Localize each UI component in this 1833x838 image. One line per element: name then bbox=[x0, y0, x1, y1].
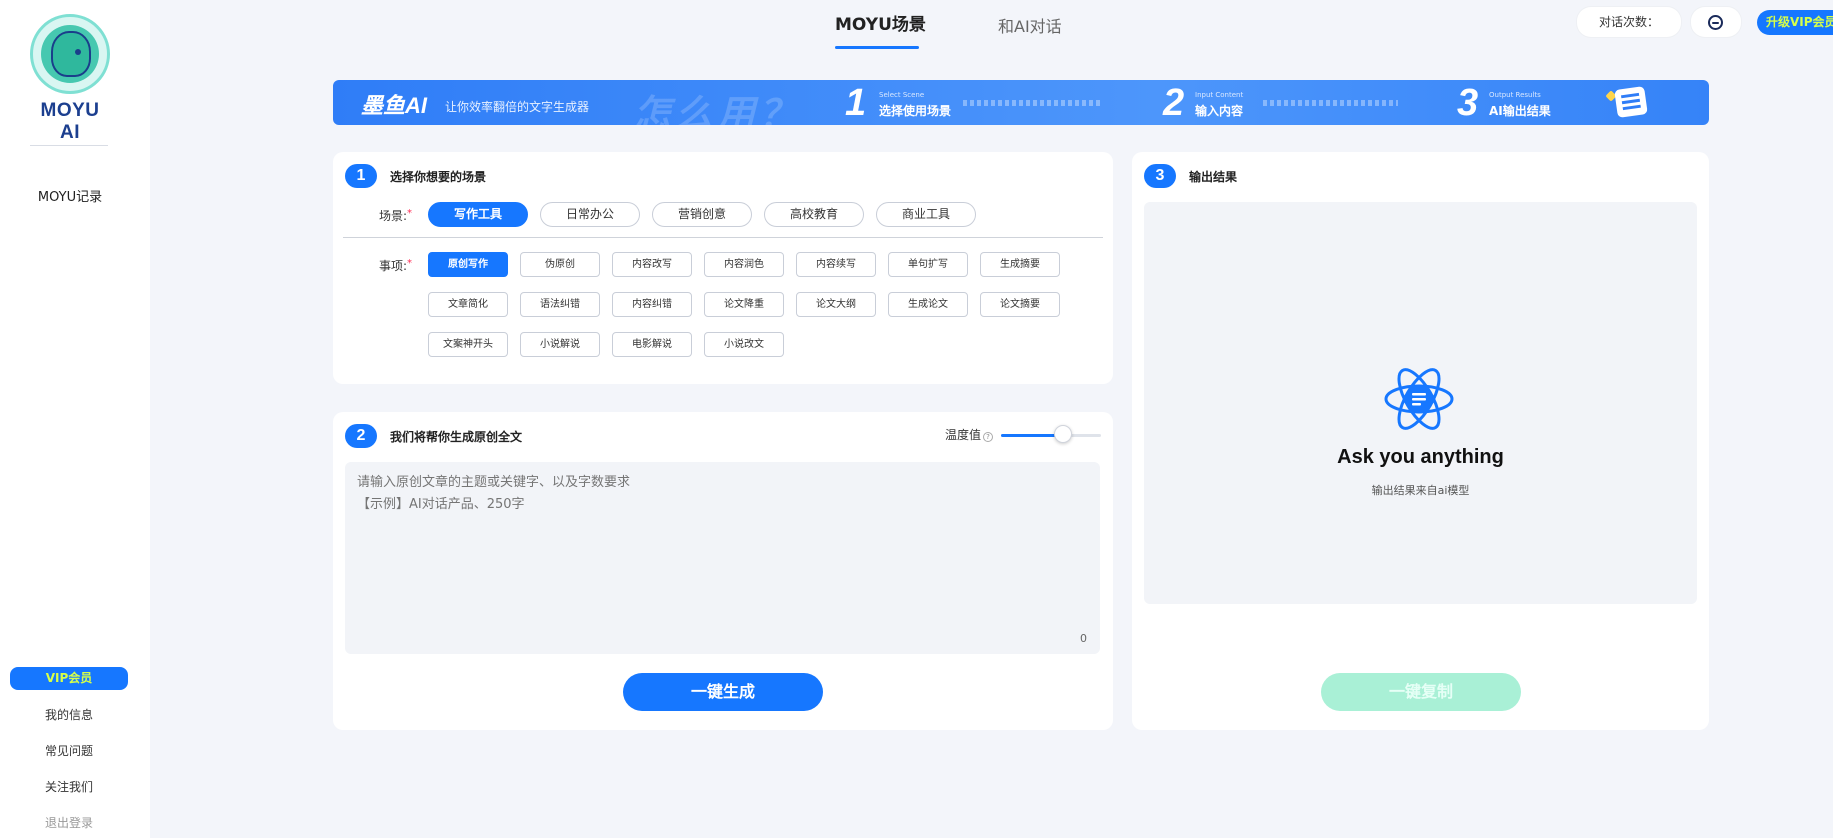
upgrade-vip-button[interactable]: 升级VIP会员 bbox=[1757, 10, 1833, 35]
output-area: Ask you anything 输出结果来自ai模型 bbox=[1144, 202, 1697, 604]
item-button[interactable]: 内容改写 bbox=[612, 252, 692, 277]
item-button[interactable]: 内容润色 bbox=[704, 252, 784, 277]
scene-daily-office[interactable]: 日常办公 bbox=[540, 202, 640, 227]
char-count: 0 bbox=[1080, 632, 1087, 645]
step-arrow bbox=[963, 100, 1103, 106]
section-3-title: 输出结果 bbox=[1189, 170, 1238, 184]
step-2-en: Input Content bbox=[1195, 91, 1244, 99]
item-button[interactable]: 论文大纲 bbox=[796, 292, 876, 317]
item-button[interactable]: 论文降重 bbox=[704, 292, 784, 317]
copy-button[interactable]: 一键复制 bbox=[1321, 673, 1521, 711]
item-button[interactable]: 生成论文 bbox=[888, 292, 968, 317]
scene-selection-card: 1 选择你想要的场景 场景:* 写作工具 日常办公 营销创意 高校教育 商业工具… bbox=[333, 152, 1113, 384]
prompt-input[interactable] bbox=[345, 462, 1100, 654]
item-button[interactable]: 文章简化 bbox=[428, 292, 508, 317]
user-avatar-button[interactable] bbox=[1691, 7, 1741, 37]
temperature-label: 温度值? bbox=[945, 426, 994, 443]
logo-text: MOYU AI bbox=[40, 100, 100, 143]
step-3-en: Output Results bbox=[1489, 91, 1541, 99]
step-arrow bbox=[1263, 100, 1398, 106]
banner-slogan: 让你效率翻倍的文字生成器 bbox=[445, 100, 590, 114]
item-button[interactable]: 小说改文 bbox=[704, 332, 784, 357]
scene-education[interactable]: 高校教育 bbox=[764, 202, 864, 227]
scene-business[interactable]: 商业工具 bbox=[876, 202, 976, 227]
banner-brand: 墨鱼AI bbox=[361, 93, 428, 118]
logo[interactable]: MOYU AI bbox=[28, 14, 112, 144]
divider bbox=[343, 237, 1103, 238]
item-button[interactable]: 电影解说 bbox=[612, 332, 692, 357]
active-tab-indicator bbox=[835, 46, 919, 49]
output-card: 3 输出结果 Ask you anything 输出结果来自ai模型 一键复制 bbox=[1132, 152, 1709, 730]
section-3-number: 3 bbox=[1144, 164, 1176, 188]
section-1-number: 1 bbox=[345, 164, 377, 188]
input-card: 2 我们将帮你生成原创全文 温度值? 0 一键生成 bbox=[333, 412, 1113, 730]
atom-chat-icon bbox=[1384, 368, 1454, 430]
section-2-title: 我们将帮你生成原创全文 bbox=[390, 430, 523, 444]
tab-ai-chat[interactable]: 和AI对话 bbox=[998, 13, 1062, 37]
logout-link[interactable]: 退出登录 bbox=[0, 814, 138, 831]
help-icon[interactable]: ? bbox=[983, 432, 994, 442]
step-1-number: 1 bbox=[845, 82, 867, 124]
document-list-icon bbox=[1614, 86, 1648, 118]
temperature-slider[interactable] bbox=[1001, 434, 1101, 437]
item-button[interactable]: 小说解说 bbox=[520, 332, 600, 357]
chat-count-label: 对话次数： bbox=[1599, 15, 1660, 29]
logo-icon bbox=[30, 14, 110, 94]
item-button[interactable]: 论文摘要 bbox=[980, 292, 1060, 317]
item-button[interactable]: 文案神开头 bbox=[428, 332, 508, 357]
item-button[interactable]: 内容续写 bbox=[796, 252, 876, 277]
output-headline: Ask you anything bbox=[1337, 446, 1504, 468]
scene-label: 场景:* bbox=[379, 208, 413, 223]
item-button[interactable]: 伪原创 bbox=[520, 252, 600, 277]
tab-moyu-scenes[interactable]: MOYU场景 bbox=[835, 10, 926, 35]
scene-writing-tools[interactable]: 写作工具 bbox=[428, 202, 528, 227]
sidebar: MOYU AI MOYU记录 VIP会员 我的信息 常见问题 关注我们 退出登录 bbox=[0, 0, 150, 838]
scene-marketing[interactable]: 营销创意 bbox=[652, 202, 752, 227]
step-3-cn: AI输出结果 bbox=[1489, 104, 1551, 118]
step-2-number: 2 bbox=[1163, 82, 1185, 124]
sidebar-item-my-info[interactable]: 我的信息 bbox=[0, 706, 138, 723]
avatar-icon bbox=[1708, 15, 1723, 30]
item-button[interactable]: 语法纠错 bbox=[520, 292, 600, 317]
output-subline: 输出结果来自ai模型 bbox=[1371, 484, 1470, 497]
item-button[interactable]: 内容纠错 bbox=[612, 292, 692, 317]
step-2-cn: 输入内容 bbox=[1195, 104, 1244, 118]
step-1-cn: 选择使用场景 bbox=[879, 104, 952, 118]
item-label: 事项:* bbox=[379, 258, 413, 273]
section-1-title: 选择你想要的场景 bbox=[390, 170, 487, 184]
sidebar-item-follow-us[interactable]: 关注我们 bbox=[0, 778, 138, 795]
sidebar-item-faq[interactable]: 常见问题 bbox=[0, 742, 138, 759]
item-button[interactable]: 单句扩写 bbox=[888, 252, 968, 277]
how-to-banner: 墨鱼AI 让你效率翻倍的文字生成器 怎么用？ 1 Select Scene 选择… bbox=[333, 80, 1709, 125]
sidebar-divider bbox=[30, 145, 108, 146]
banner-how-to-use: 怎么用？ bbox=[633, 92, 802, 125]
section-2-number: 2 bbox=[345, 424, 377, 448]
generate-button[interactable]: 一键生成 bbox=[623, 673, 823, 711]
sidebar-item-moyu-records[interactable]: MOYU记录 bbox=[0, 186, 140, 205]
chat-count-badge: 对话次数： bbox=[1577, 7, 1681, 37]
vip-button[interactable]: VIP会员 bbox=[10, 667, 128, 690]
item-button[interactable]: 原创写作 bbox=[428, 252, 508, 277]
step-3-number: 3 bbox=[1457, 82, 1479, 124]
slider-thumb[interactable] bbox=[1054, 425, 1072, 443]
item-button[interactable]: 生成摘要 bbox=[980, 252, 1060, 277]
step-1-en: Select Scene bbox=[879, 91, 925, 99]
